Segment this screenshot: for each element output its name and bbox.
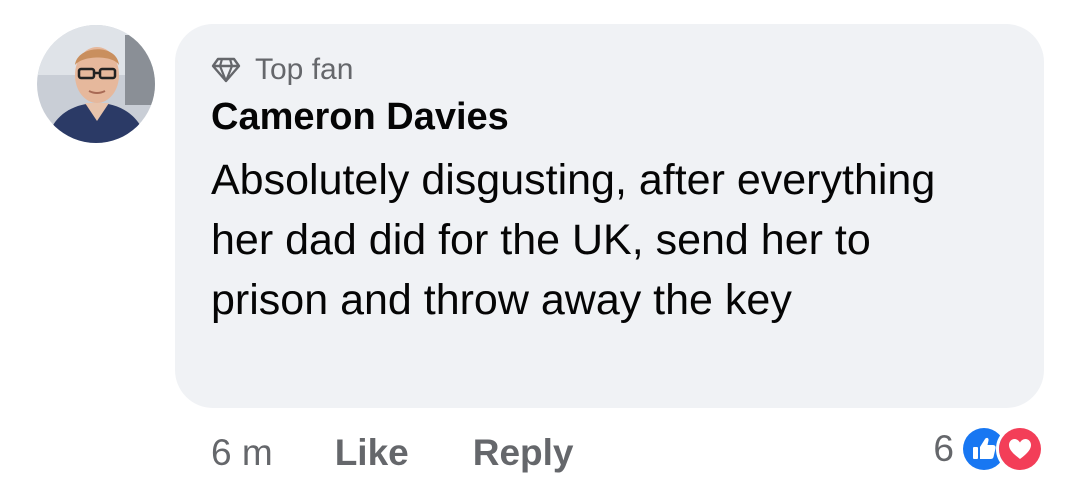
comment-timestamp[interactable]: 6 m: [211, 432, 273, 474]
avatar-photo: [37, 25, 155, 143]
reaction-summary[interactable]: 6: [933, 424, 1044, 474]
like-button[interactable]: Like: [335, 432, 409, 474]
love-icon: [996, 425, 1044, 473]
reply-button[interactable]: Reply: [473, 432, 574, 474]
reaction-count: 6: [933, 428, 954, 469]
top-fan-badge: Top fan: [211, 50, 353, 90]
badge-label: Top fan: [255, 53, 354, 86]
comment-bubble: Top fan Cameron Davies Absolutely disgus…: [175, 24, 1044, 408]
comment-actions: 6 m Like Reply: [211, 425, 574, 481]
comment-text: Absolutely disgusting, after everything …: [211, 156, 936, 324]
avatar[interactable]: [37, 25, 155, 143]
diamond-icon: [211, 57, 241, 83]
comment-author[interactable]: Cameron Davies: [211, 94, 509, 140]
